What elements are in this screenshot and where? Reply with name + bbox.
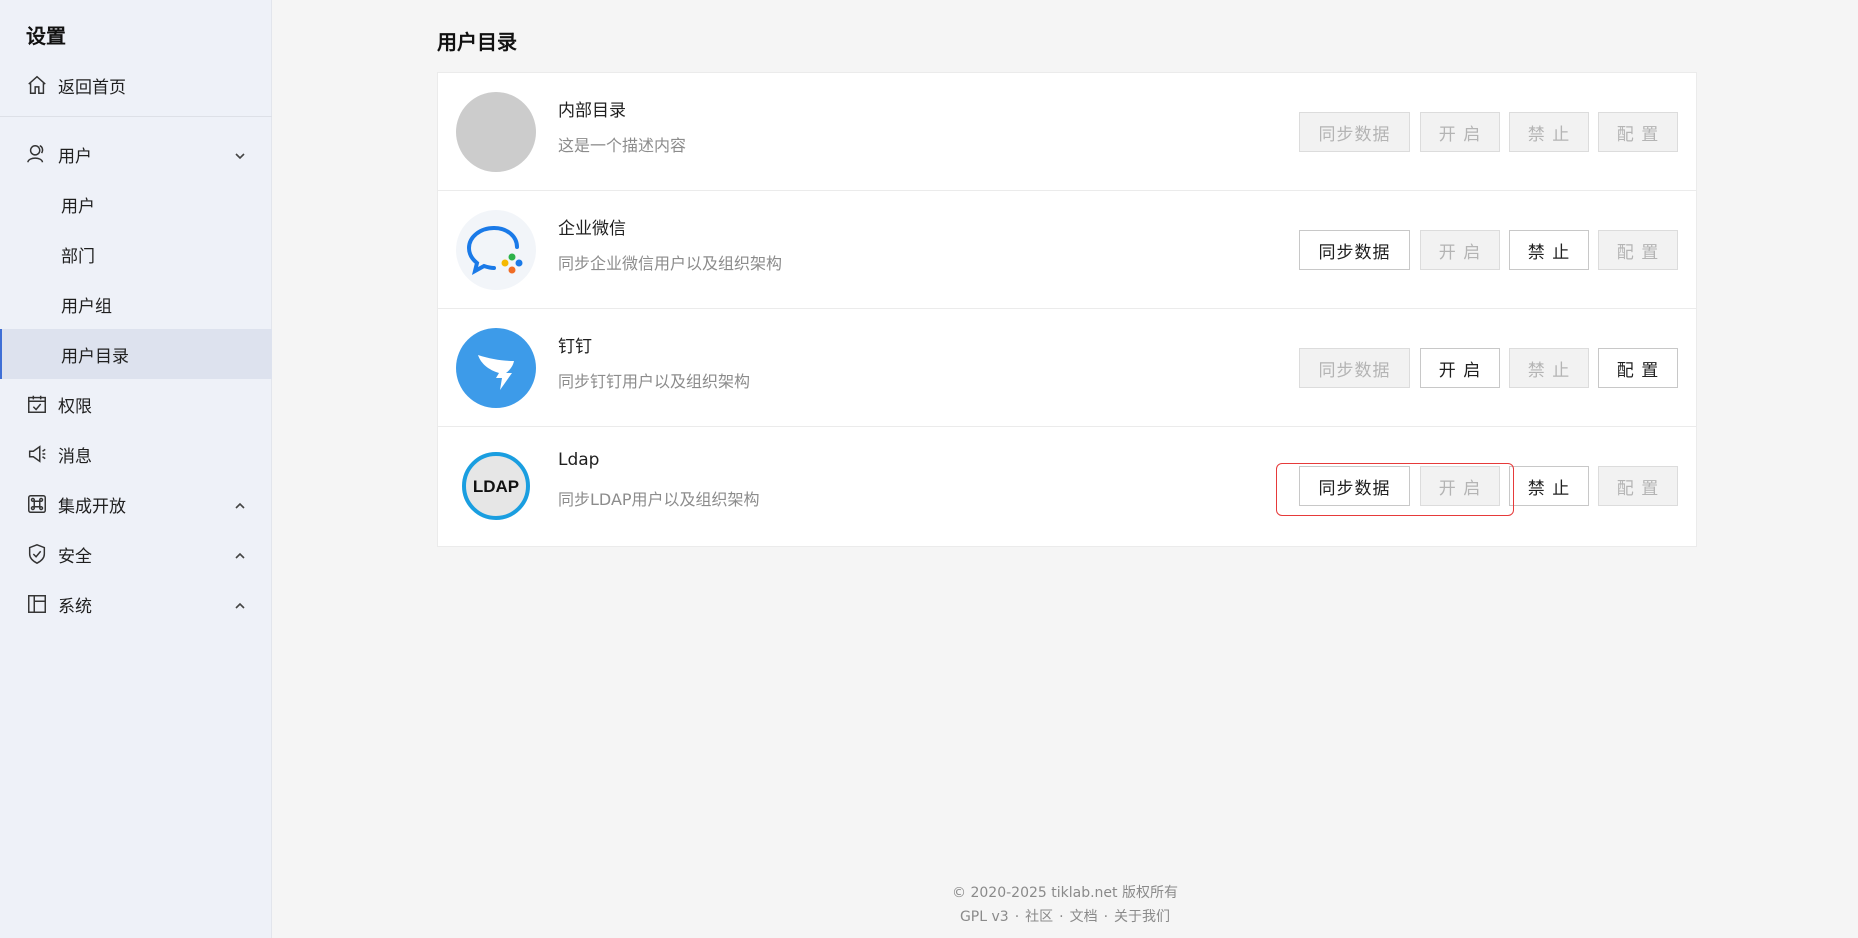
internal-directory-avatar <box>456 92 536 172</box>
dingtalk-icon <box>456 328 536 408</box>
directory-row-dingtalk: 钉钉 同步钉钉用户以及组织架构 同步数据 开 启 禁 止 配 置 <box>438 309 1696 427</box>
sidebar-item-system[interactable]: 系统 <box>0 579 272 629</box>
sidebar-item-home[interactable]: 返回首页 <box>0 60 272 110</box>
sidebar-title: 设置 <box>26 24 66 48</box>
sidebar-item-label: 权限 <box>58 396 92 417</box>
chevron-up-icon[interactable] <box>234 547 246 559</box>
sidebar-item-messages[interactable]: 消息 <box>0 429 272 479</box>
chevron-down-icon[interactable] <box>234 147 246 160</box>
ldap-icon: LDAP <box>456 446 536 526</box>
config-button[interactable]: 配 置 <box>1598 112 1678 152</box>
page-title: 用户目录 <box>437 30 517 54</box>
directory-row-wecom: 企业微信 同步企业微信用户以及组织架构 同步数据 开 启 禁 止 配 置 <box>438 191 1696 309</box>
command-icon <box>25 492 49 516</box>
disable-button[interactable]: 禁 止 <box>1509 230 1589 270</box>
sidebar-item-user-groups[interactable]: 用户组 <box>0 279 272 329</box>
sidebar-item-users-group[interactable]: 用户 <box>0 129 272 179</box>
config-button[interactable]: 配 置 <box>1598 230 1678 270</box>
megaphone-icon <box>25 442 49 466</box>
directory-name: 钉钉 <box>558 337 592 357</box>
chevron-up-icon[interactable] <box>234 597 246 609</box>
about-link[interactable]: 关于我们 <box>1114 909 1170 925</box>
directory-name: 企业微信 <box>558 219 626 239</box>
disable-button[interactable]: 禁 止 <box>1509 348 1589 388</box>
directory-description: 这是一个描述内容 <box>558 136 687 155</box>
calendar-check-icon <box>25 392 49 416</box>
sidebar-divider <box>0 116 272 117</box>
directory-description: 同步LDAP用户以及组织架构 <box>558 490 760 509</box>
enable-button[interactable]: 开 启 <box>1420 230 1500 270</box>
disable-button[interactable]: 禁 止 <box>1509 112 1589 152</box>
highlight-box <box>1276 463 1514 516</box>
ldap-logo-text: LDAP <box>473 477 519 496</box>
sync-data-button[interactable]: 同步数据 <box>1299 112 1410 152</box>
enable-button[interactable]: 开 启 <box>1420 112 1500 152</box>
docs-link[interactable]: 文档 <box>1070 909 1098 925</box>
sidebar-item-label: 安全 <box>58 546 92 567</box>
footer-separator: · <box>1059 909 1064 925</box>
sync-data-button[interactable]: 同步数据 <box>1299 230 1410 270</box>
sync-data-button[interactable]: 同步数据 <box>1299 348 1410 388</box>
sidebar-item-user-directory[interactable]: 用户目录 <box>0 329 272 379</box>
shield-icon <box>25 542 49 566</box>
disable-button[interactable]: 禁 止 <box>1509 466 1589 506</box>
footer-separator: · <box>1014 909 1020 925</box>
home-icon <box>25 73 49 97</box>
directory-description: 同步企业微信用户以及组织架构 <box>558 254 783 273</box>
sidebar-item-departments[interactable]: 部门 <box>0 229 272 279</box>
sidebar-item-label: 集成开放 <box>58 496 126 517</box>
directory-description: 同步钉钉用户以及组织架构 <box>558 372 751 391</box>
config-button[interactable]: 配 置 <box>1598 466 1678 506</box>
sidebar: 设置 返回首页 用户 用户 部门 用户组 用户目录 权限 消息 集成开放 安全 … <box>0 0 272 938</box>
user-icon <box>25 142 49 166</box>
chevron-up-icon[interactable] <box>234 497 246 509</box>
sidebar-item-integration[interactable]: 集成开放 <box>0 479 272 529</box>
sidebar-item-label: 消息 <box>58 446 92 467</box>
sidebar-item-permissions[interactable]: 权限 <box>0 379 272 429</box>
sidebar-item-users[interactable]: 用户 <box>0 179 272 229</box>
license-link[interactable]: GPL v3 <box>960 909 1009 925</box>
wecom-icon <box>456 210 536 290</box>
sidebar-item-label: 用户 <box>58 146 92 167</box>
sidebar-item-label: 系统 <box>58 596 92 617</box>
community-link[interactable]: 社区 <box>1025 909 1053 925</box>
sidebar-item-security[interactable]: 安全 <box>0 529 272 579</box>
config-button[interactable]: 配 置 <box>1598 348 1678 388</box>
directory-name: 内部目录 <box>558 101 626 121</box>
sidebar-item-label: 返回首页 <box>58 77 126 98</box>
footer-copyright: © 2020-2025 tiklab.net 版权所有 <box>952 885 1178 901</box>
footer-links: GPL v3 · 社区 · 文档 · 关于我们 <box>272 906 1858 926</box>
directory-row-internal: 内部目录 这是一个描述内容 同步数据 开 启 禁 止 配 置 <box>438 73 1696 191</box>
footer-separator: · <box>1103 909 1109 925</box>
enable-button[interactable]: 开 启 <box>1420 348 1500 388</box>
layout-icon <box>25 592 49 616</box>
directory-name: Ldap <box>558 450 600 470</box>
